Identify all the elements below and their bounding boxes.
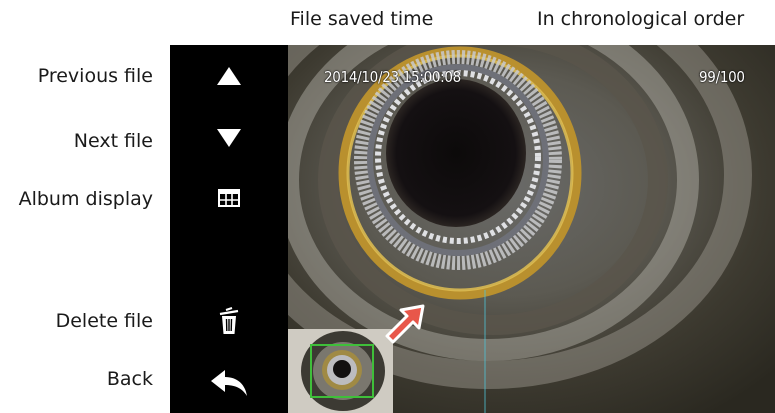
file-saved-timestamp: 2014/10/23 15:00:08 (324, 68, 461, 86)
label-previous-file: Previous file (37, 65, 153, 87)
label-delete-file: Delete file (55, 310, 153, 332)
label-file-saved-time: File saved time (290, 8, 434, 30)
sidebar (170, 45, 288, 413)
back-arrow-icon (211, 369, 247, 396)
triangle-down-icon (217, 128, 241, 147)
next-file-button[interactable] (170, 107, 288, 169)
label-chronological-order: In chronological order (537, 8, 745, 30)
previous-file-button[interactable] (170, 45, 288, 108)
thumbnail-view-frame (310, 344, 374, 398)
grid-icon (218, 189, 240, 207)
pointer-arrow (385, 304, 425, 344)
file-counter: 99/100 (699, 68, 745, 86)
triangle-up-icon (217, 67, 241, 85)
label-album-display: Album display (18, 188, 153, 210)
empty-slot (170, 228, 288, 291)
delete-file-button[interactable] (170, 290, 288, 353)
album-display-button[interactable] (170, 168, 288, 229)
back-button[interactable] (170, 352, 288, 413)
label-back: Back (106, 368, 153, 390)
trash-icon (219, 307, 239, 334)
label-next-file: Next file (73, 130, 153, 152)
